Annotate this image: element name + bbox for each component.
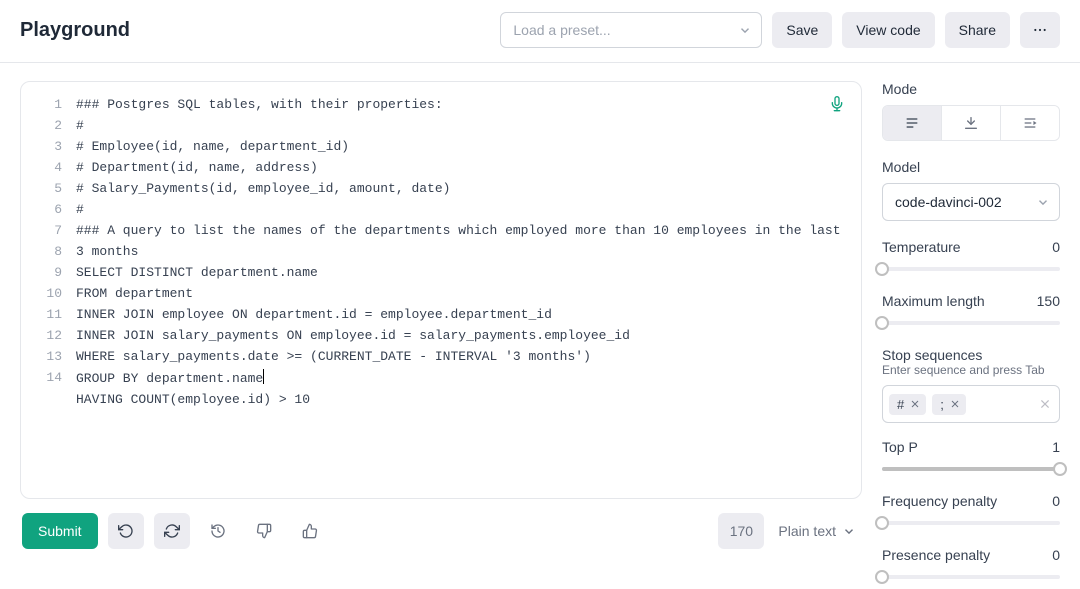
mode-label: Mode — [882, 81, 1060, 97]
bottom-toolbar: Submit — [20, 499, 862, 565]
code-line: # Department(id, name, address) — [76, 157, 849, 178]
stop-sequences-input[interactable]: #; — [882, 385, 1060, 423]
refresh-icon — [164, 523, 180, 539]
view-code-button[interactable]: View code — [842, 12, 934, 48]
code-line: INNER JOIN employee ON department.id = e… — [76, 304, 849, 325]
editor-column: 1234567891011121314 ### Postgres SQL tab… — [20, 81, 862, 589]
stop-chip-label: ; — [940, 397, 944, 412]
param-value: 0 — [1052, 493, 1060, 509]
completion-mode-icon — [904, 115, 920, 131]
history-icon — [210, 523, 226, 539]
param-freq: Frequency penalty 0 — [882, 493, 1060, 531]
code-line: # Employee(id, name, department_id) — [76, 136, 849, 157]
page-title: Playground — [20, 19, 130, 42]
stop-chip[interactable]: ; — [932, 394, 966, 415]
freq-slider[interactable] — [882, 515, 1060, 531]
model-select-input[interactable]: code-davinci-002 — [882, 183, 1060, 221]
code-line: # — [76, 199, 849, 220]
param-label: Presence penalty — [882, 547, 990, 563]
code-line: # — [76, 115, 849, 136]
ellipsis-icon — [1032, 22, 1048, 38]
param-pres: Presence penalty 0 — [882, 547, 1060, 585]
stop-label: Stop sequences — [882, 347, 1060, 363]
thumbs-down-button[interactable] — [246, 513, 282, 549]
microphone-button[interactable] — [825, 92, 849, 116]
preset-select[interactable]: Load a preset... — [500, 12, 762, 48]
code-line: SELECT DISTINCT department.name — [76, 262, 849, 283]
topp-slider[interactable] — [882, 461, 1060, 477]
chevron-down-icon — [842, 524, 856, 538]
remove-chip-button[interactable] — [910, 399, 920, 409]
mode-edit[interactable] — [1001, 106, 1059, 140]
sidebar: Mode Model code-davinci-002 — [882, 81, 1060, 589]
param-value: 1 — [1052, 439, 1060, 455]
format-label: Plain text — [778, 523, 836, 539]
insert-mode-icon — [963, 115, 979, 131]
param-maxlen: Maximum length 150 — [882, 293, 1060, 331]
line-gutter: 1234567891011121314 — [21, 82, 76, 498]
topbar: Playground Load a preset... Save View co… — [0, 0, 1080, 63]
maxlen-slider[interactable] — [882, 315, 1060, 331]
thumbs-up-icon — [302, 523, 318, 539]
more-button[interactable] — [1020, 12, 1060, 48]
param-value: 150 — [1037, 293, 1060, 309]
param-topp: Top P 1 — [882, 439, 1060, 477]
code-line: ### A query to list the names of the dep… — [76, 220, 849, 262]
code-line: GROUP BY department.name — [76, 367, 849, 389]
param-label: Top P — [882, 439, 918, 455]
code-line: INNER JOIN salary_payments ON employee.i… — [76, 325, 849, 346]
share-button[interactable]: Share — [945, 12, 1010, 48]
code-line: FROM department — [76, 283, 849, 304]
mode-completion[interactable] — [883, 106, 942, 140]
undo-button[interactable] — [108, 513, 144, 549]
param-label: Maximum length — [882, 293, 985, 309]
param-value: 0 — [1052, 239, 1060, 255]
clear-stop-button[interactable] — [1037, 396, 1053, 412]
thumbs-up-button[interactable] — [292, 513, 328, 549]
param-stop: Stop sequences Enter sequence and press … — [882, 347, 1060, 423]
format-toggle[interactable]: Plain text — [774, 523, 860, 539]
submit-button[interactable]: Submit — [22, 513, 98, 549]
mode-group — [882, 105, 1060, 141]
edit-mode-icon — [1022, 115, 1038, 131]
code-line: WHERE salary_payments.date >= (CURRENT_D… — [76, 346, 849, 367]
main: 1234567891011121314 ### Postgres SQL tab… — [0, 63, 1080, 589]
undo-icon — [118, 523, 134, 539]
mode-insert[interactable] — [942, 106, 1001, 140]
preset-select-input[interactable]: Load a preset... — [500, 12, 762, 48]
thumbs-down-icon — [256, 523, 272, 539]
stop-sublabel: Enter sequence and press Tab — [882, 363, 1060, 377]
param-value: 0 — [1052, 547, 1060, 563]
param-label: Temperature — [882, 239, 961, 255]
pres-slider[interactable] — [882, 569, 1060, 585]
regenerate-button[interactable] — [154, 513, 190, 549]
stop-chip[interactable]: # — [889, 394, 926, 415]
microphone-icon — [829, 96, 845, 112]
editor[interactable]: 1234567891011121314 ### Postgres SQL tab… — [20, 81, 862, 499]
save-button[interactable]: Save — [772, 12, 832, 48]
temperature-slider[interactable] — [882, 261, 1060, 277]
param-temperature: Temperature 0 — [882, 239, 1060, 277]
history-button[interactable] — [200, 513, 236, 549]
model-select[interactable]: code-davinci-002 — [882, 183, 1060, 221]
stop-chip-label: # — [897, 397, 904, 412]
param-label: Frequency penalty — [882, 493, 997, 509]
code-line: # Salary_Payments(id, employee_id, amoun… — [76, 178, 849, 199]
code-line: ### Postgres SQL tables, with their prop… — [76, 94, 849, 115]
code-area[interactable]: ### Postgres SQL tables, with their prop… — [76, 82, 861, 498]
model-label: Model — [882, 159, 1060, 175]
code-line: HAVING COUNT(employee.id) > 10 — [76, 389, 849, 410]
remove-chip-button[interactable] — [950, 399, 960, 409]
token-count: 170 — [718, 513, 764, 549]
